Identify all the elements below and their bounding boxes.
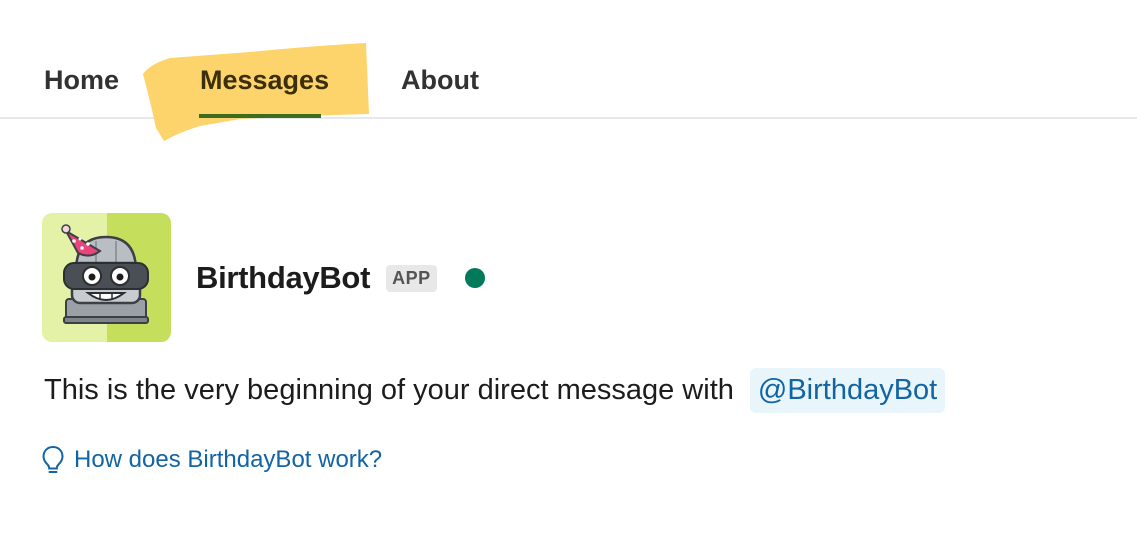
lightbulb-icon: [42, 445, 64, 473]
bot-mention[interactable]: @BirthdayBot: [749, 367, 946, 413]
app-badge: APP: [386, 264, 437, 292]
bot-name[interactable]: BirthdayBot: [196, 260, 370, 296]
help-row[interactable]: How does BirthdayBot work?: [40, 442, 382, 478]
tab-about[interactable]: About: [401, 62, 479, 98]
bot-avatar[interactable]: [42, 213, 171, 342]
online-status-icon: [464, 268, 485, 288]
how-it-works-link[interactable]: How does BirthdayBot work?: [74, 446, 382, 474]
active-tab-indicator: [199, 114, 321, 118]
robot-party-hat-icon: [42, 213, 171, 342]
tab-messages[interactable]: Messages: [200, 62, 329, 98]
bot-header: BirthdayBot APP: [196, 258, 485, 298]
conversation-intro: This is the very beginning of your direc…: [44, 365, 946, 415]
intro-text: This is the very beginning of your direc…: [44, 373, 734, 406]
tab-bar: Home Messages About: [0, 0, 1137, 141]
